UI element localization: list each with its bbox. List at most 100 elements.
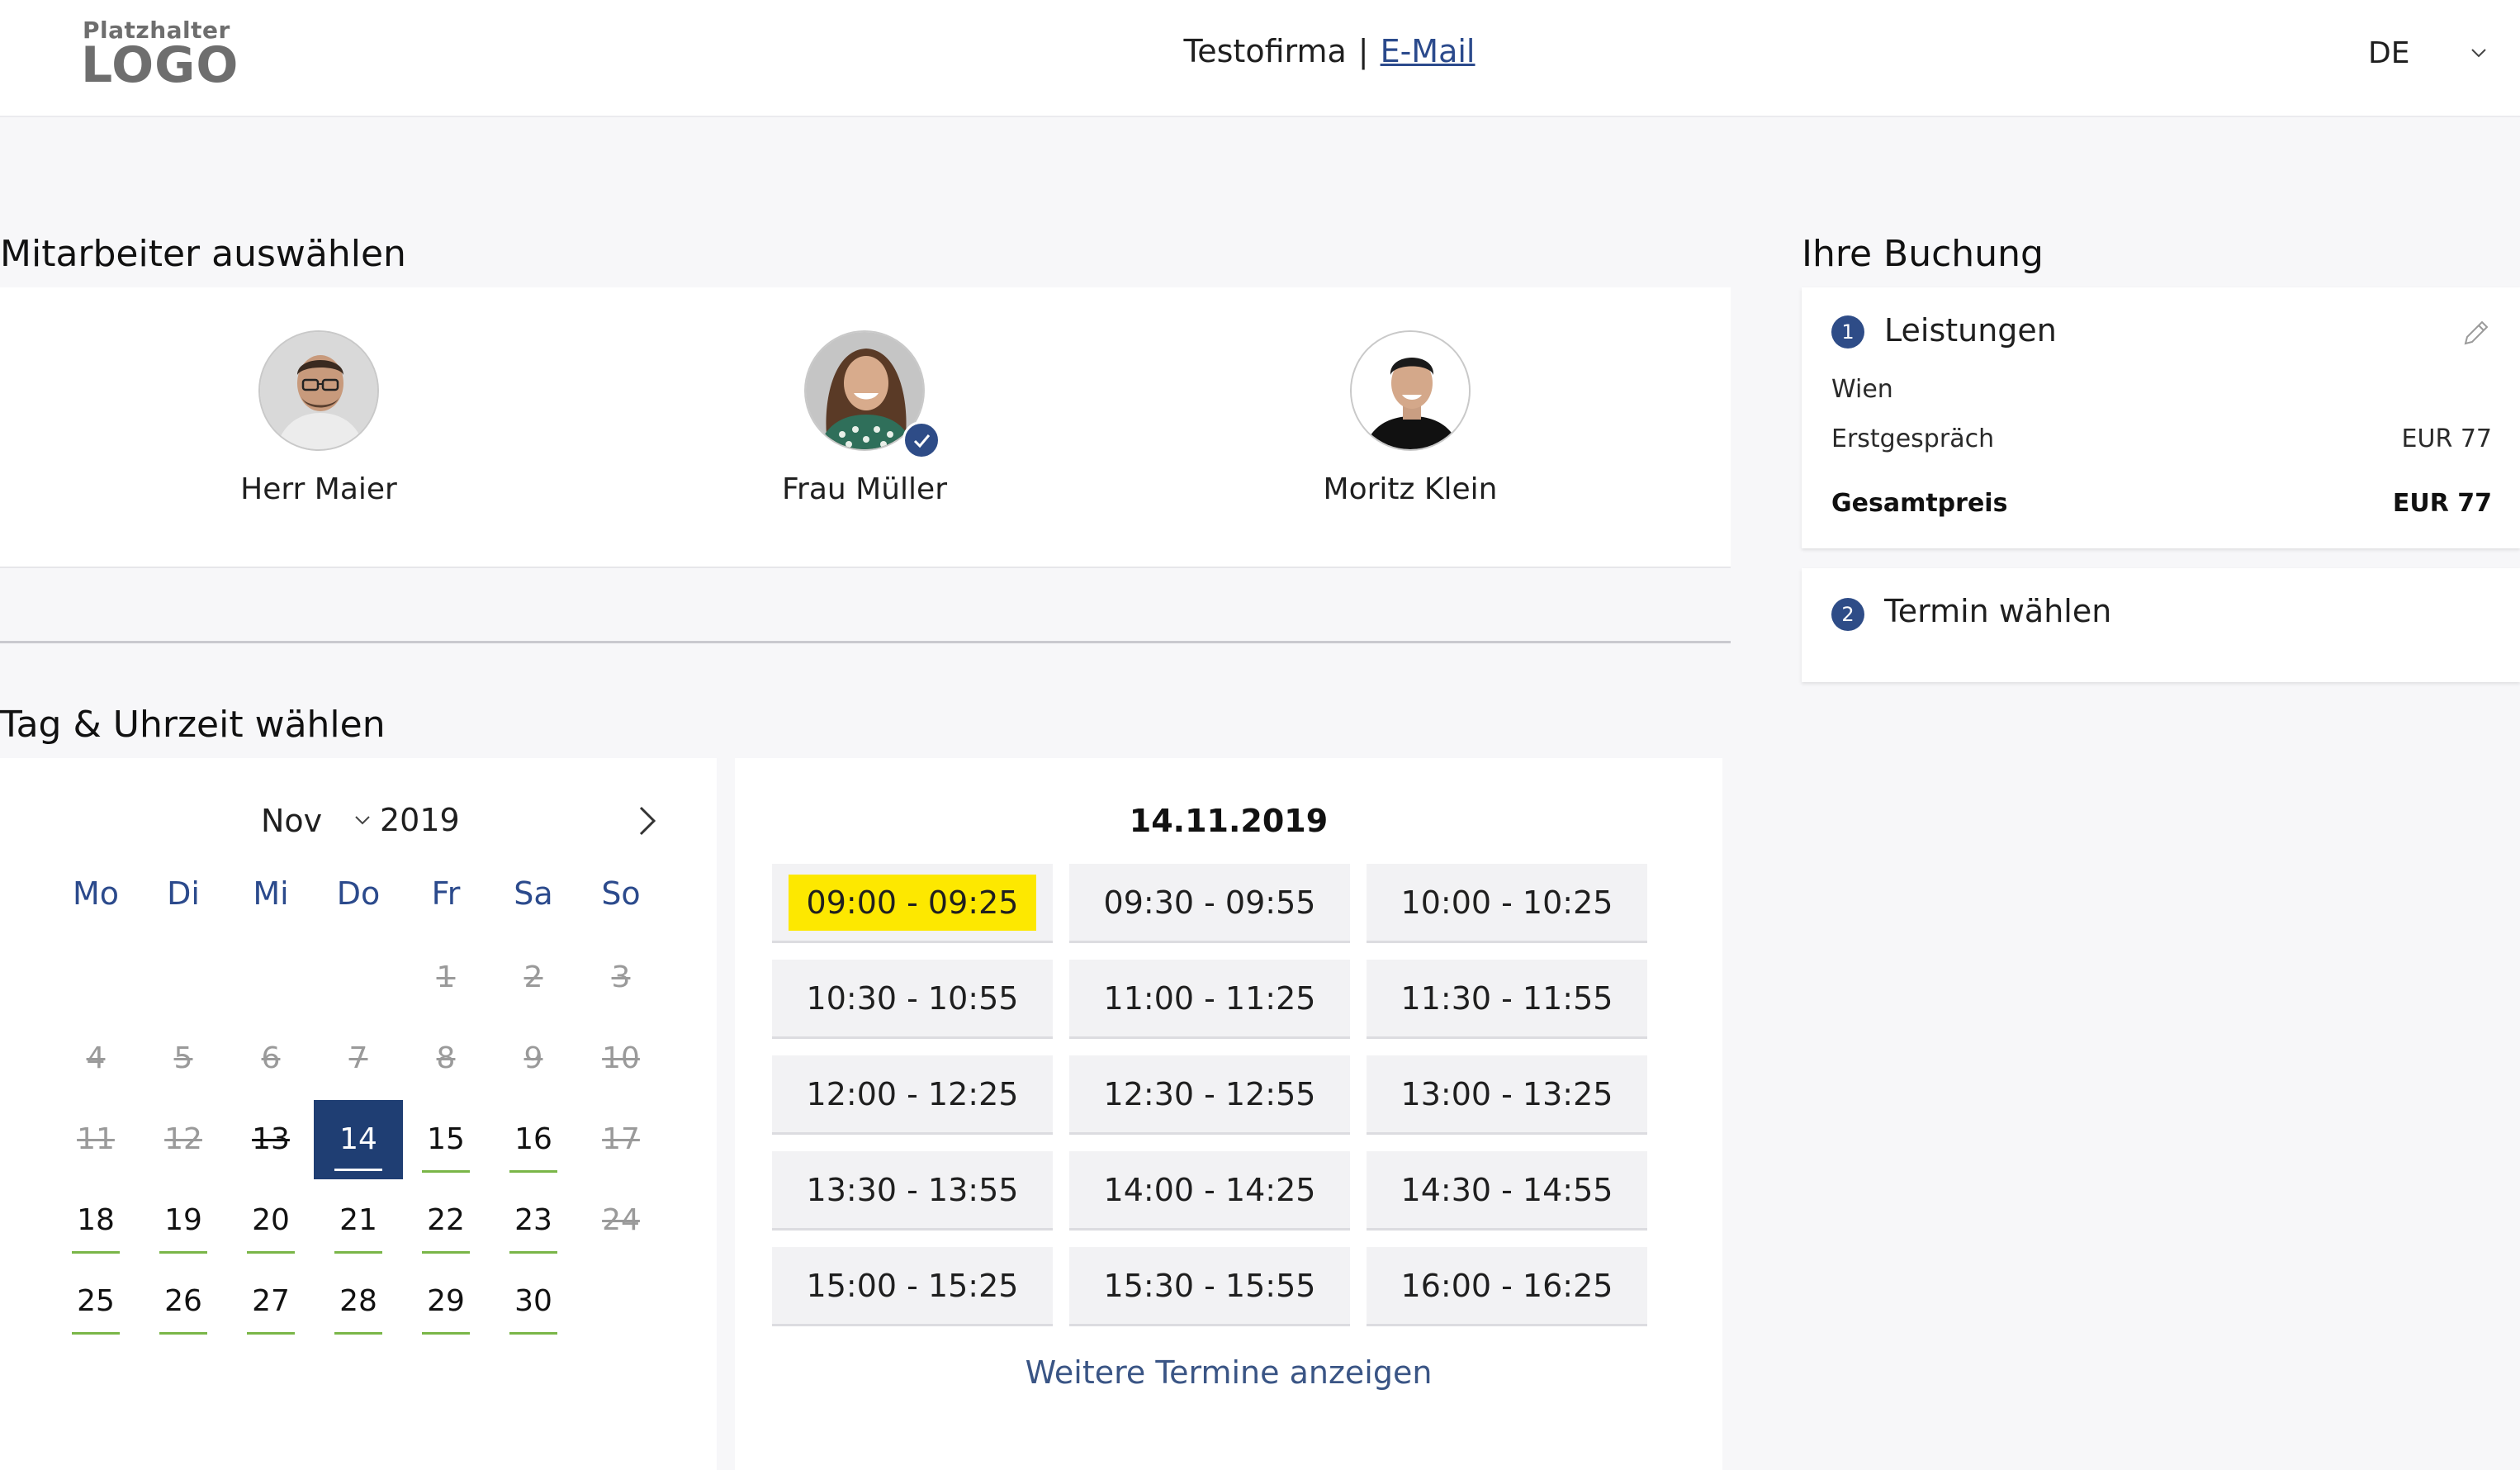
timeslot-label: 13:00 - 13:25: [1400, 1075, 1613, 1112]
company-separator: |: [1357, 33, 1369, 69]
timeslot-button[interactable]: 14:00 - 14:25: [1069, 1151, 1350, 1231]
timeslot-label: 10:30 - 10:55: [806, 979, 1019, 1017]
timeslot-button[interactable]: 10:00 - 10:25: [1367, 864, 1647, 943]
calendar-day: 12: [164, 1122, 202, 1156]
calendar-day: 13: [252, 1122, 290, 1156]
chevron-down-icon: [2471, 49, 2486, 58]
timeslot-button[interactable]: 12:30 - 12:55: [1069, 1055, 1350, 1135]
step-number-badge: 2: [1831, 598, 1864, 631]
timeslot-button[interactable]: 14:30 - 14:55: [1367, 1151, 1647, 1231]
calendar-day[interactable]: 16: [489, 1100, 578, 1179]
weekday-label: Sa: [514, 875, 553, 912]
calendar-day: 24: [602, 1203, 640, 1237]
booking-total-price: EUR 77: [2392, 489, 2492, 518]
booking-step2-card[interactable]: 2 Termin wählen: [1802, 568, 2520, 682]
calendar-day: 17: [602, 1122, 640, 1156]
step2-title: Termin wählen: [1884, 593, 2112, 629]
timeslot-label: 09:30 - 09:55: [1103, 884, 1316, 921]
timeslot-button[interactable]: 09:30 - 09:55: [1069, 864, 1350, 943]
calendar-day[interactable]: 21: [314, 1181, 403, 1260]
timeslot-button[interactable]: 15:00 - 15:25: [772, 1247, 1053, 1326]
calendar-day[interactable]: 27: [226, 1262, 315, 1341]
employees-section-title: Mitarbeiter auswählen: [0, 233, 406, 275]
calendar-day: 2: [523, 960, 543, 994]
calendar-day[interactable]: 15: [401, 1100, 490, 1179]
calendar-day[interactable]: 29: [401, 1262, 490, 1341]
calendar-day: 10: [602, 1041, 640, 1075]
calendar-day[interactable]: 26: [139, 1262, 228, 1341]
calendar-day: 5: [173, 1041, 193, 1075]
timeslot-label: 12:00 - 12:25: [806, 1075, 1019, 1112]
timeslot-button[interactable]: 09:00 - 09:25: [772, 864, 1053, 943]
company-name: Testofirma: [1183, 33, 1347, 69]
timeslot-label: 16:00 - 16:25: [1400, 1267, 1613, 1304]
booking-service-price: EUR 77: [2401, 424, 2492, 453]
step-number-badge: 1: [1831, 315, 1864, 349]
timeslot-label: 14:00 - 14:25: [1103, 1171, 1316, 1208]
calendar-day[interactable]: 22: [401, 1181, 490, 1260]
company-info: Testofirma | E-Mail: [1106, 25, 1552, 78]
timeslot-button[interactable]: 10:30 - 10:55: [772, 960, 1053, 1039]
next-month-icon[interactable]: [631, 801, 664, 841]
timeslot-label: 11:00 - 11:25: [1103, 979, 1316, 1017]
timeslot-button[interactable]: 16:00 - 16:25: [1367, 1247, 1647, 1326]
timeslot-label-highlighted: 09:00 - 09:25: [788, 874, 1037, 931]
calendar-day: 6: [261, 1041, 281, 1075]
language-value: DE: [2368, 36, 2410, 70]
employee-card-herr-maier[interactable]: Herr Maier: [195, 330, 443, 529]
booking-location: Wien: [1831, 375, 1893, 404]
date-time-section-title: Tag & Uhrzeit wählen: [0, 704, 386, 746]
timeslot-label: 13:30 - 13:55: [806, 1171, 1019, 1208]
calendar-day: 4: [86, 1041, 106, 1075]
calendar-day[interactable]: 19: [139, 1181, 228, 1260]
timeslot-label: 14:30 - 14:55: [1400, 1171, 1613, 1208]
section-divider: [0, 641, 1731, 643]
calendar-day: 11: [77, 1122, 115, 1156]
calendar-day[interactable]: 20: [226, 1181, 315, 1260]
selected-check-icon: [902, 421, 940, 459]
selected-date-label: 14.11.2019: [1129, 803, 1329, 839]
calendar-day: 3: [611, 960, 631, 994]
calendar-day: 7: [348, 1041, 368, 1075]
edit-icon[interactable]: [2459, 317, 2492, 350]
timeslot-button[interactable]: 11:00 - 11:25: [1069, 960, 1350, 1039]
booking-service: Erstgespräch: [1831, 424, 1995, 453]
calendar-day: 1: [436, 960, 456, 994]
timeslot-button[interactable]: 13:00 - 13:25: [1367, 1055, 1647, 1135]
timeslot-button[interactable]: 13:30 - 13:55: [772, 1151, 1053, 1231]
year-select[interactable]: 2019: [352, 799, 460, 841]
timeslot-button[interactable]: 12:00 - 12:25: [772, 1055, 1053, 1135]
employee-card-frau-mueller[interactable]: Frau Müller: [741, 330, 988, 529]
timeslot-button[interactable]: 15:30 - 15:55: [1069, 1247, 1350, 1326]
calendar-day[interactable]: 30: [489, 1262, 578, 1341]
timeslot-button[interactable]: 11:30 - 11:55: [1367, 960, 1647, 1039]
calendar-day: 9: [523, 1041, 543, 1075]
avatar-moritz-klein: [1350, 330, 1471, 451]
timeslot-label: 15:00 - 15:25: [806, 1267, 1019, 1304]
language-select[interactable]: DE: [2368, 30, 2500, 76]
weekday-label: Di: [167, 875, 200, 912]
booking-total-label: Gesamtpreis: [1831, 489, 2008, 518]
calendar-day[interactable]: 23: [489, 1181, 578, 1260]
calendar-day[interactable]: 28: [314, 1262, 403, 1341]
calendar-day: 8: [436, 1041, 456, 1075]
employee-card-moritz-klein[interactable]: Moritz Klein: [1286, 330, 1534, 529]
employee-name: Herr Maier: [240, 472, 397, 506]
logo-big-text: LOGO: [81, 36, 239, 94]
calendar-day[interactable]: 18: [51, 1181, 140, 1260]
booking-step1-card: 1 Leistungen Wien Erstgespräch EUR 77 Ge…: [1802, 287, 2520, 548]
weekday-label: So: [601, 875, 641, 912]
month-label: Nov: [261, 803, 323, 839]
calendar-day[interactable]: 25: [51, 1262, 140, 1341]
chevron-down-icon: [355, 816, 370, 825]
employee-name: Frau Müller: [781, 472, 948, 506]
employee-name: Moritz Klein: [1323, 472, 1498, 506]
more-timeslots-link[interactable]: Weitere Termine anzeigen: [735, 1354, 1722, 1391]
step1-title: Leistungen: [1884, 312, 2057, 349]
weekday-label: Do: [336, 875, 381, 912]
email-link[interactable]: E-Mail: [1381, 33, 1476, 69]
calendar-day-selected[interactable]: 14: [314, 1100, 403, 1179]
weekday-label: Mi: [253, 875, 289, 912]
company-logo[interactable]: Platzhalter LOGO: [81, 17, 238, 94]
timeslot-label: 11:30 - 11:55: [1400, 979, 1613, 1017]
